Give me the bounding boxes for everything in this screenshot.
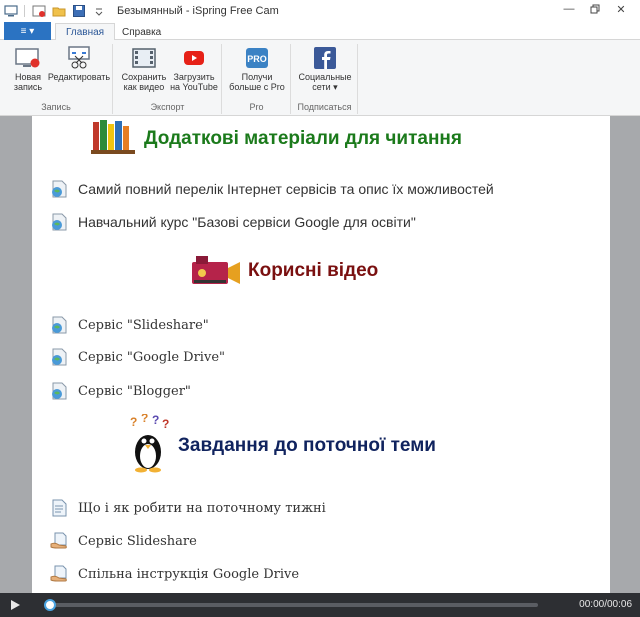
ribbon-tabs: ≡ ▾ Главная Справка: [0, 22, 640, 41]
link-text: Сервіс Slideshare: [78, 533, 197, 549]
get-pro-button[interactable]: PRO Получи больше с Pro: [229, 46, 285, 92]
title-bar: Безымянный - iSpring Free Cam — ✕: [0, 0, 640, 22]
link-google-drive-video[interactable]: Сервіс "Google Drive": [50, 348, 225, 366]
group-pro: PRO Получи больше с Pro Pro: [223, 44, 291, 114]
group-record-label: Запись: [41, 102, 71, 112]
social-networks-button[interactable]: Социальные сети ▾: [297, 46, 353, 92]
link-text: Що і як робити на поточному тижні: [78, 500, 326, 516]
pro-badge-text: PRO: [247, 54, 267, 64]
app-menu-button[interactable]: ≡ ▾: [4, 22, 51, 40]
section-reading-heading: Додаткові матеріали для читання: [90, 118, 462, 159]
tab-help[interactable]: Справка: [112, 23, 171, 41]
new-recording-icon: [15, 46, 41, 70]
link-text: Сервіс "Google Drive": [78, 349, 225, 365]
open-folder-icon[interactable]: [51, 3, 67, 19]
section-tasks-title: Завдання до поточної теми: [178, 434, 436, 456]
player-bar: 00:00/00:06: [0, 593, 640, 617]
link-text: Самий повний перелік Інтернет сервісів т…: [78, 181, 494, 197]
play-button[interactable]: [0, 593, 30, 617]
link-text: Спільна інструкція Google Drive: [78, 566, 300, 582]
customize-dropdown-icon[interactable]: [91, 3, 107, 19]
globe-page-icon: [50, 316, 68, 334]
save-icon[interactable]: [71, 3, 87, 19]
link-google-drive-instruction[interactable]: Спільна інструкція Google Drive: [50, 565, 299, 583]
group-subscribe: Социальные сети ▾ Подписаться: [292, 44, 358, 114]
group-export-label: Экспорт: [150, 102, 185, 112]
tab-home[interactable]: Главная: [55, 23, 116, 41]
save-video-button[interactable]: Сохранить как видео: [116, 46, 172, 92]
globe-page-icon: [50, 213, 68, 231]
svg-text:?: ?: [152, 414, 159, 427]
section-tasks-heading: ? ? ? ? Завдання до поточної теми: [126, 411, 436, 477]
save-video-label: Сохранить как видео: [121, 72, 167, 92]
social-networks-label: Социальные сети ▾: [298, 72, 352, 92]
seek-track[interactable]: [44, 603, 538, 607]
facebook-icon: [312, 46, 338, 70]
preview-stage: Додаткові матеріали для читання Самий по…: [0, 116, 640, 593]
section-videos-title: Корисні відео: [248, 259, 379, 281]
link-text: Сервіс "Slideshare": [78, 317, 209, 333]
svg-text:?: ?: [130, 415, 137, 429]
group-export: Сохранить как видео Загрузить на YouTube…: [114, 44, 222, 114]
link-text: Навчальний курс "Базові сервіси Google д…: [78, 214, 416, 230]
section-videos-heading: Корисні відео: [190, 250, 378, 291]
restore-icon[interactable]: [582, 0, 608, 18]
minimize-icon[interactable]: —: [556, 0, 582, 18]
pro-icon: PRO: [244, 46, 270, 70]
document-page: Додаткові матеріали для читання Самий по…: [32, 116, 610, 593]
youtube-upload-label: Загрузить на YouTube: [170, 72, 218, 92]
close-icon[interactable]: ✕: [608, 0, 634, 18]
link-google-course[interactable]: Навчальний курс "Базові сервіси Google д…: [50, 213, 416, 231]
link-slideshare-task[interactable]: Сервіс Slideshare: [50, 532, 197, 550]
svg-text:?: ?: [141, 414, 148, 425]
section-reading-title: Додаткові матеріали для читання: [144, 127, 462, 149]
window-controls: — ✕: [556, 0, 634, 18]
youtube-icon: [181, 46, 207, 70]
penguin-question-icon: ? ? ? ?: [126, 411, 172, 477]
link-weekly-tasks[interactable]: Що і як робити на поточному тижні: [50, 499, 326, 517]
ribbon: Новая запись Редактировать Запись Сохран…: [0, 40, 640, 116]
edit-label: Редактировать: [47, 72, 111, 82]
youtube-upload-button[interactable]: Загрузить на YouTube: [166, 46, 222, 92]
save-video-icon: [131, 46, 157, 70]
title-separator: [24, 5, 25, 17]
svg-text:?: ?: [162, 417, 169, 431]
ispring-app-icon[interactable]: [4, 4, 18, 18]
window-title: Безымянный - iSpring Free Cam: [117, 5, 279, 17]
group-pro-label: Pro: [249, 102, 264, 112]
edit-button[interactable]: Редактировать: [48, 46, 110, 82]
new-recording-label: Новая запись: [13, 72, 43, 92]
books-icon: [90, 118, 138, 159]
play-icon: [11, 600, 20, 610]
edit-icon: [66, 46, 92, 70]
seek-thumb[interactable]: [44, 599, 56, 611]
hand-document-icon: [50, 532, 68, 550]
link-text: Сервіс "Blogger": [78, 383, 191, 399]
get-pro-label: Получи больше с Pro: [229, 72, 285, 92]
globe-page-icon: [50, 180, 68, 198]
hand-document-icon: [50, 565, 68, 583]
group-record: Новая запись Редактировать Запись: [0, 44, 113, 114]
group-subscribe-label: Подписаться: [297, 102, 352, 112]
globe-page-icon: [50, 348, 68, 366]
document-icon: [50, 499, 68, 517]
video-camera-icon: [190, 250, 242, 291]
link-slideshare-video[interactable]: Сервіс "Slideshare": [50, 316, 209, 334]
globe-page-icon: [50, 382, 68, 400]
link-blogger-video[interactable]: Сервіс "Blogger": [50, 382, 191, 400]
record-icon[interactable]: [31, 3, 47, 19]
link-internet-services[interactable]: Самий повний перелік Інтернет сервісів т…: [50, 180, 494, 198]
playback-time: 00:00/00:06: [579, 599, 632, 610]
